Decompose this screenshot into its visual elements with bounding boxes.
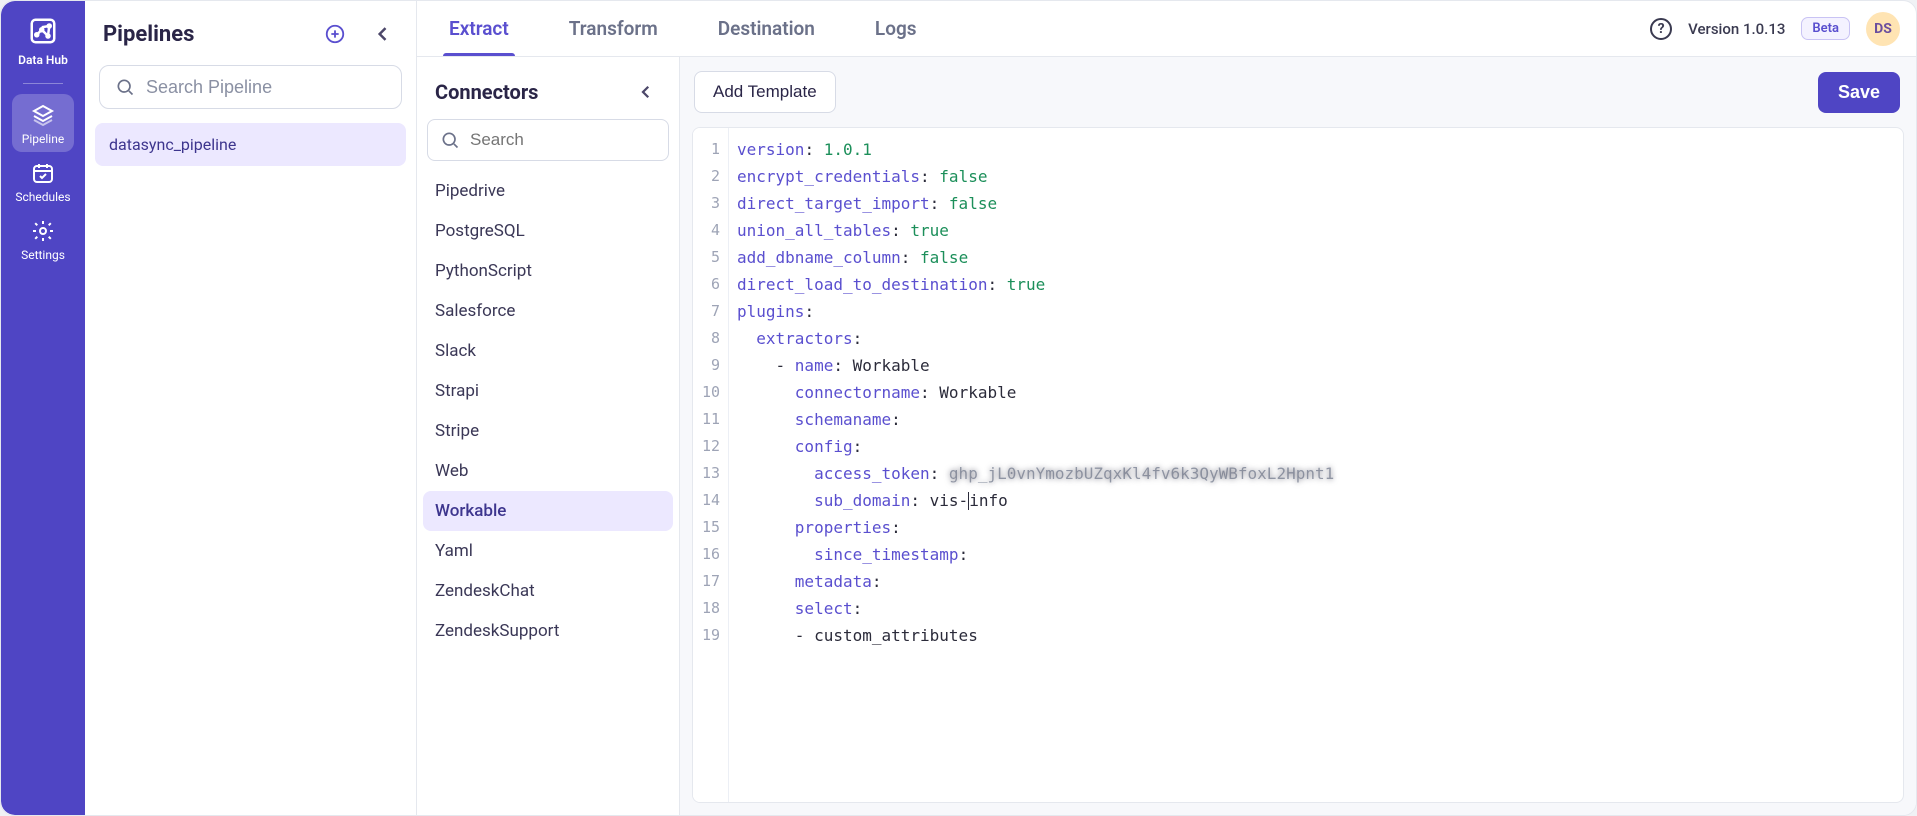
connector-search-input[interactable] xyxy=(470,130,691,150)
line-number: 6 xyxy=(693,271,728,298)
line-number: 16 xyxy=(693,541,728,568)
line-number: 14 xyxy=(693,487,728,514)
code-content[interactable]: version: 1.0.1encrypt_credentials: false… xyxy=(729,128,1903,802)
calendar-icon xyxy=(30,160,56,186)
code-line[interactable]: - name: Workable xyxy=(737,352,1891,379)
connector-item[interactable]: PostgreSQL xyxy=(423,211,673,251)
line-number: 5 xyxy=(693,244,728,271)
line-number: 17 xyxy=(693,568,728,595)
pipeline-list: datasync_pipeline xyxy=(85,123,416,166)
code-line[interactable]: add_dbname_column: false xyxy=(737,244,1891,271)
connector-item[interactable]: Strapi xyxy=(423,371,673,411)
collapse-connectors-button[interactable] xyxy=(631,77,661,107)
code-line[interactable]: metadata: xyxy=(737,568,1891,595)
connector-item[interactable]: ZendeskSupport xyxy=(423,611,673,651)
line-number: 3 xyxy=(693,190,728,217)
rail-item-settings[interactable]: Settings xyxy=(12,210,74,268)
version-label: Version 1.0.13 xyxy=(1688,20,1785,38)
connector-item[interactable]: PythonScript xyxy=(423,251,673,291)
code-line[interactable]: plugins: xyxy=(737,298,1891,325)
code-line[interactable]: direct_load_to_destination: true xyxy=(737,271,1891,298)
line-number: 11 xyxy=(693,406,728,433)
pipeline-item[interactable]: datasync_pipeline xyxy=(95,123,406,166)
line-number: 19 xyxy=(693,622,728,649)
tab-extract[interactable]: Extract xyxy=(449,1,509,56)
code-line[interactable]: - custom_attributes xyxy=(737,622,1891,649)
connector-item[interactable]: Pipedrive xyxy=(423,171,673,211)
collapse-pipelines-button[interactable] xyxy=(368,19,398,49)
pipelines-panel: Pipelines d xyxy=(85,1,417,815)
connectors-panel: Connectors PipedrivePostgreS xyxy=(417,57,680,815)
connector-item[interactable]: ZendeskChat xyxy=(423,571,673,611)
code-line[interactable]: access_token: ghp_jL0vnYmozbUZqxKl4fv6k3… xyxy=(737,460,1891,487)
pipeline-search[interactable] xyxy=(99,65,402,109)
rail-item-pipeline[interactable]: Pipeline xyxy=(12,94,74,152)
side-rail: Data Hub Pipeline Schedules Settings xyxy=(1,1,85,815)
tab-destination[interactable]: Destination xyxy=(718,1,815,56)
logo[interactable]: Data Hub xyxy=(18,13,68,67)
line-gutter: 12345678910111213141516171819 xyxy=(693,128,729,802)
code-line[interactable]: sub_domain: vis-info xyxy=(737,487,1891,514)
code-editor[interactable]: 12345678910111213141516171819 version: 1… xyxy=(692,127,1904,803)
logo-icon xyxy=(25,13,61,49)
code-line[interactable]: connectorname: Workable xyxy=(737,379,1891,406)
avatar[interactable]: DS xyxy=(1866,12,1900,46)
search-icon xyxy=(440,129,460,151)
code-line[interactable]: extractors: xyxy=(737,325,1891,352)
line-number: 7 xyxy=(693,298,728,325)
line-number: 4 xyxy=(693,217,728,244)
line-number: 13 xyxy=(693,460,728,487)
logo-label: Data Hub xyxy=(18,53,68,67)
connector-item[interactable]: Stripe xyxy=(423,411,673,451)
tab-bar: Extract Transform Destination Logs ? Versio… xyxy=(417,1,1916,57)
connector-search[interactable] xyxy=(427,119,669,161)
connector-item[interactable]: Yaml xyxy=(423,531,673,571)
tab-logs[interactable]: Logs xyxy=(875,1,917,56)
tab-transform[interactable]: Transform xyxy=(569,1,658,56)
connectors-title: Connectors xyxy=(435,80,538,104)
connector-item[interactable]: Slack xyxy=(423,331,673,371)
rail-item-label: Settings xyxy=(21,248,65,262)
editor-area: Add Template Save 1234567891011121314151… xyxy=(680,57,1916,815)
line-number: 10 xyxy=(693,379,728,406)
line-number: 8 xyxy=(693,325,728,352)
save-button[interactable]: Save xyxy=(1818,72,1900,113)
connector-item[interactable]: Salesforce xyxy=(423,291,673,331)
rail-item-schedules[interactable]: Schedules xyxy=(12,152,74,210)
line-number: 18 xyxy=(693,595,728,622)
connector-item[interactable]: Web xyxy=(423,451,673,491)
code-line[interactable]: encrypt_credentials: false xyxy=(737,163,1891,190)
search-icon xyxy=(114,76,136,98)
layers-icon xyxy=(30,102,56,128)
beta-badge: Beta xyxy=(1801,17,1850,40)
line-number: 15 xyxy=(693,514,728,541)
rail-divider xyxy=(23,83,63,84)
code-line[interactable]: direct_target_import: false xyxy=(737,190,1891,217)
code-line[interactable]: version: 1.0.1 xyxy=(737,136,1891,163)
line-number: 2 xyxy=(693,163,728,190)
add-template-button[interactable]: Add Template xyxy=(694,71,836,113)
line-number: 1 xyxy=(693,136,728,163)
code-line[interactable]: properties: xyxy=(737,514,1891,541)
rail-item-label: Schedules xyxy=(15,190,70,204)
help-button[interactable]: ? xyxy=(1650,18,1672,40)
line-number: 12 xyxy=(693,433,728,460)
pipelines-title: Pipelines xyxy=(103,22,194,47)
add-pipeline-button[interactable] xyxy=(320,19,350,49)
line-number: 9 xyxy=(693,352,728,379)
code-line[interactable]: since_timestamp: xyxy=(737,541,1891,568)
code-line[interactable]: config: xyxy=(737,433,1891,460)
code-line[interactable]: select: xyxy=(737,595,1891,622)
gear-icon xyxy=(30,218,56,244)
code-line[interactable]: union_all_tables: true xyxy=(737,217,1891,244)
pipeline-search-input[interactable] xyxy=(146,77,387,98)
code-line[interactable]: schemaname: xyxy=(737,406,1891,433)
rail-item-label: Pipeline xyxy=(22,132,64,146)
connector-item[interactable]: Workable xyxy=(423,491,673,531)
